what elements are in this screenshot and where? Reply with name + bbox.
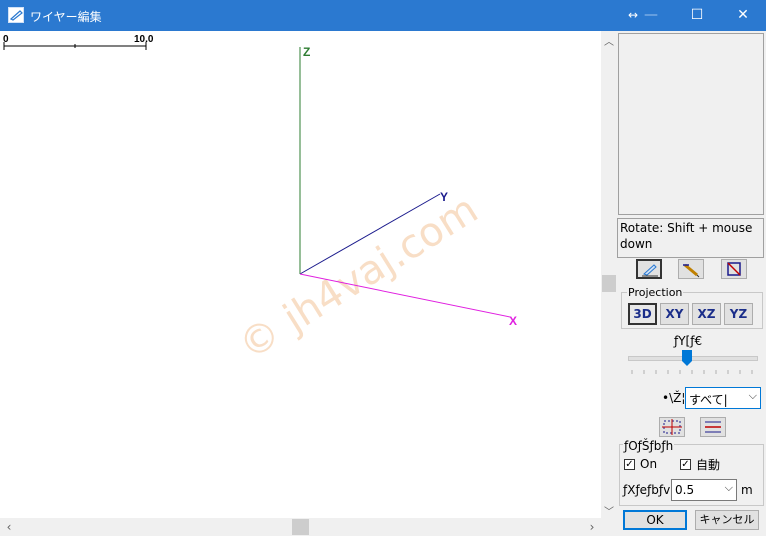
close-button[interactable]: ✕ (720, 0, 766, 31)
unit-label: m (741, 483, 753, 497)
wire-viewport[interactable]: 0 10.0 © jh4vaj.com Z Y X (0, 31, 601, 518)
step-select-value: 0.5 (675, 483, 695, 497)
erase-tool-button[interactable] (721, 259, 747, 279)
draw-tool-button[interactable] (636, 259, 662, 279)
grid-auto-checkbox[interactable]: ✓ (680, 459, 691, 470)
slider-ticks (631, 370, 753, 374)
preview-pane (618, 33, 764, 215)
pencil-icon (683, 263, 700, 278)
scroll-right-icon[interactable]: › (586, 520, 598, 534)
grid-group-label: ƒOƒŠƒbƒh (623, 439, 675, 453)
vertical-scrollbar[interactable]: ︿ ﹀ (601, 31, 617, 518)
zoom-slider[interactable] (626, 350, 758, 376)
scroll-down-icon[interactable]: ﹀ (601, 503, 617, 518)
scroll-left-icon[interactable]: ‹ (3, 520, 15, 534)
zoom-label: ƒY[ƒ€ (674, 334, 703, 348)
grid-on-label: On (640, 457, 658, 471)
pen-icon (642, 264, 658, 277)
scale-end-label: 10.0 (134, 34, 154, 45)
chevron-down-icon: ⌵ (724, 481, 733, 494)
horizontal-scrollbar[interactable]: ‹ › (0, 518, 601, 536)
scale-start-label: 0 (3, 34, 9, 45)
minimize-button[interactable]: — (628, 0, 674, 31)
step-select[interactable]: 0.5 ⌵ (671, 479, 737, 501)
scale-bar (3, 42, 147, 50)
line-tool-button[interactable] (678, 259, 704, 279)
grid-on-checkbox[interactable]: ✓ (624, 459, 635, 470)
step-label: ƒXƒeƒbƒv (623, 483, 671, 497)
display-select[interactable]: すべて| ⌵ (685, 387, 761, 409)
projection-xy-button[interactable]: XY (660, 303, 689, 325)
x-axis-label: X (509, 314, 517, 328)
projection-yz-button[interactable]: YZ (724, 303, 753, 325)
chevron-down-icon: ⌵ (748, 389, 757, 402)
z-axis-label: Z (303, 45, 310, 59)
maximize-button[interactable]: ☐ (674, 0, 720, 31)
vertical-scroll-thumb[interactable] (602, 275, 616, 292)
cancel-button[interactable]: キャンセル (695, 510, 759, 530)
display-label: •\Ž¦ (662, 391, 686, 405)
window-title: ワイヤー編集 (30, 10, 102, 24)
rectangle-erase-icon (727, 262, 741, 276)
title-bar: ワイヤー編集 ↔ — ☐ ✕ (0, 0, 766, 31)
y-axis-label: Y (440, 190, 448, 204)
app-icon (8, 7, 24, 23)
horizontal-scroll-thumb[interactable] (292, 519, 309, 535)
viewport-canvas[interactable]: 0 10.0 © jh4vaj.com Z Y X (0, 31, 601, 518)
fit-view-button[interactable] (659, 417, 685, 437)
grid-auto-label: 自動 (696, 458, 721, 472)
slider-thumb[interactable] (681, 350, 692, 366)
projection-xz-button[interactable]: XZ (692, 303, 721, 325)
ok-button[interactable]: OK (623, 510, 687, 530)
crosshair-frame-icon (662, 419, 682, 435)
projection-3d-button[interactable]: 3D (628, 303, 657, 325)
span-arrows-icon (705, 421, 721, 433)
display-select-value: すべて| (689, 393, 728, 407)
slider-track (628, 356, 758, 361)
watermark-text: © jh4vaj.com (231, 186, 486, 369)
projection-group-label: Projection (627, 286, 684, 299)
scroll-up-icon[interactable]: ︿ (601, 33, 617, 48)
span-button[interactable] (700, 417, 726, 437)
rotate-hint: Rotate: Shift + mouse down (617, 218, 764, 258)
